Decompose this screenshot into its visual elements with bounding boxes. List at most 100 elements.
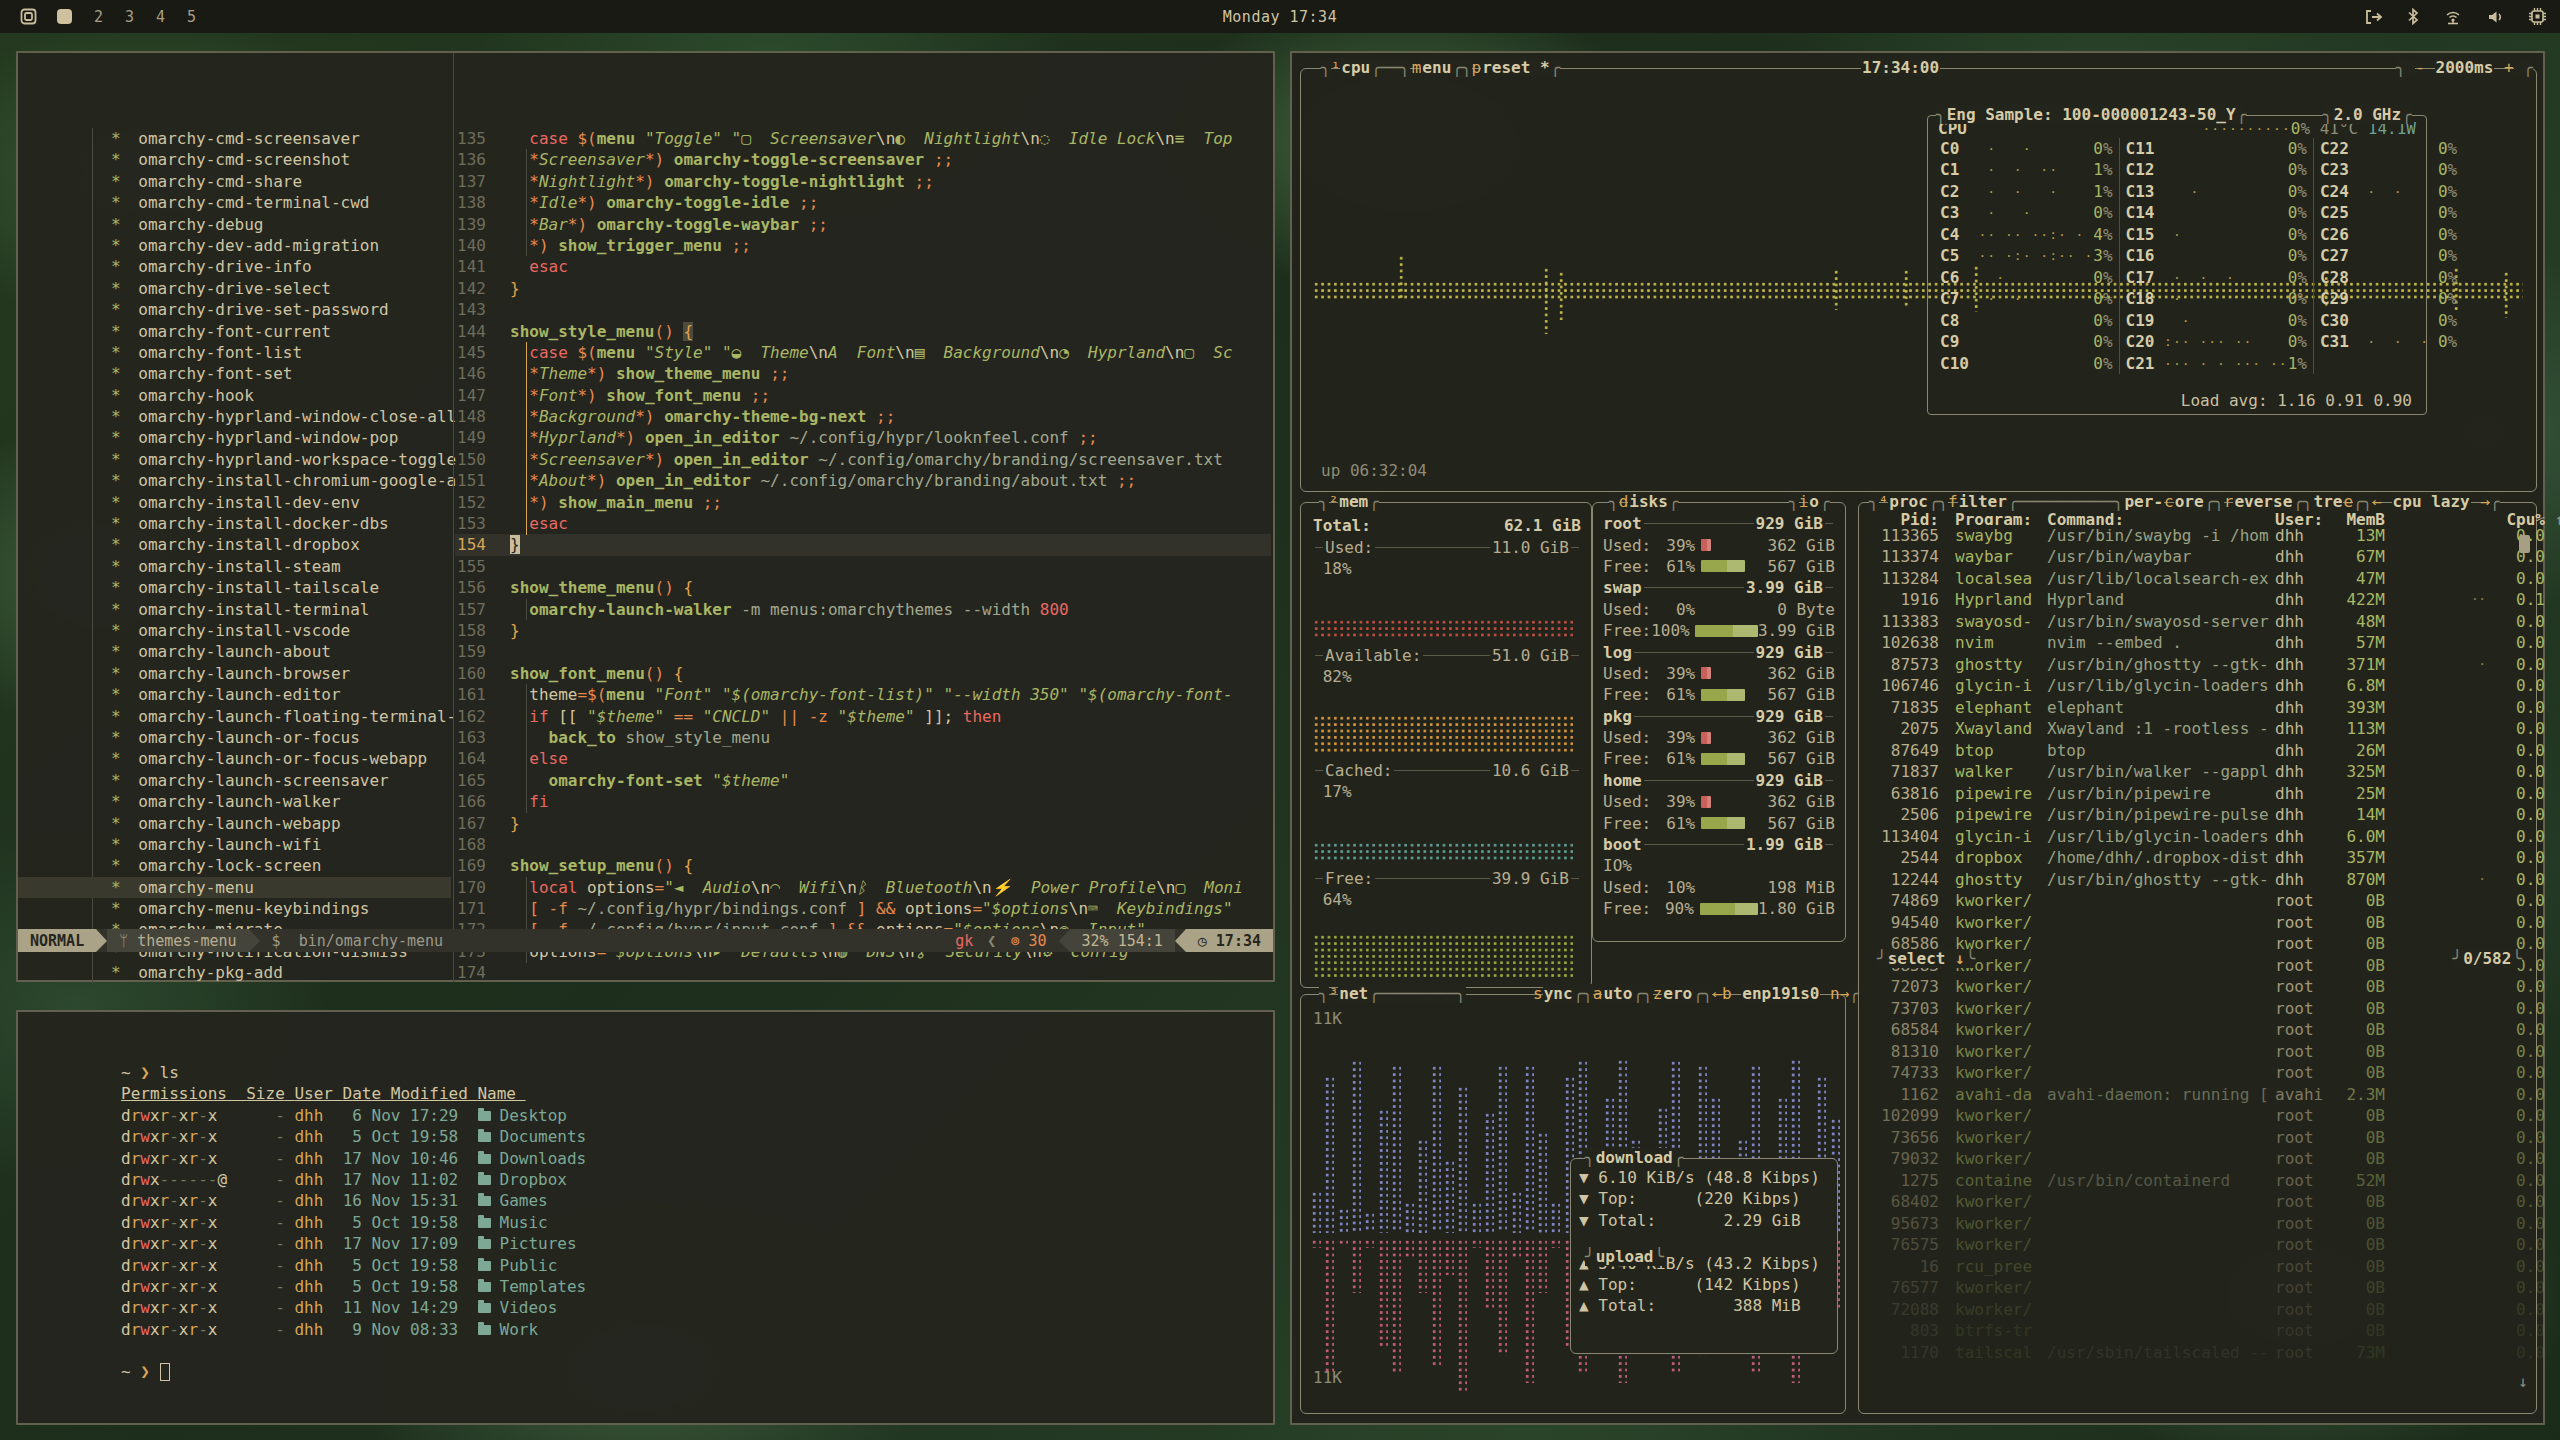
cpu-icon[interactable] <box>2529 8 2546 25</box>
code-line: 158} <box>455 620 1271 641</box>
file-list-item[interactable]: * omarchy-launch-floating-terminal- <box>18 706 451 727</box>
code-line: 159 <box>455 641 1271 662</box>
status-flag: gk <box>943 929 985 952</box>
file-list-item[interactable]: * omarchy-launch-browser <box>18 663 451 684</box>
file-list-item[interactable]: * omarchy-install-vscode <box>18 620 451 641</box>
file-list-item[interactable]: * omarchy-dev-add-migration <box>18 235 451 256</box>
volume-icon[interactable] <box>2487 9 2505 25</box>
file-list-item[interactable]: * omarchy-cmd-share <box>18 171 451 192</box>
code-line: 145 case $(menu "Style" "◒ Theme\nA Font… <box>455 342 1271 363</box>
file-list-item[interactable]: * omarchy-hyprland-window-pop <box>18 427 451 448</box>
file-list-item[interactable]: * omarchy-install-dropbox <box>18 534 451 555</box>
auto-button[interactable]: uto <box>1602 984 1633 1003</box>
ls-row: drwxr-xr-x - dhh 17 Nov 17:09 Pictures <box>121 1233 1273 1254</box>
file-list-item[interactable]: * omarchy-launch-screensaver <box>18 770 451 791</box>
bluetooth-icon[interactable] <box>2407 8 2419 25</box>
folder-icon <box>478 1282 491 1292</box>
code-line: 171 [ -f ~/.config/hypr/bindings.conf ] … <box>455 898 1271 919</box>
exit-icon[interactable] <box>2365 9 2383 25</box>
reverse-button[interactable]: everse <box>2233 492 2293 511</box>
editor-window: * omarchy-cmd-screensaver* omarchy-cmd-s… <box>16 51 1275 982</box>
statusline: NORMAL ᛘ themes-menu $ bin/omarchy-menu … <box>18 929 1273 952</box>
core-row: C30 0% <box>2320 310 2457 332</box>
code-line: 169show_setup_menu() { <box>455 855 1271 876</box>
folder-icon <box>478 1196 491 1206</box>
mem-box-title: mem <box>1338 492 1369 511</box>
ls-row: drwxr-xr-x - dhh 16 Nov 15:31 Games <box>121 1190 1273 1211</box>
file-list-item[interactable]: * omarchy-install-terminal <box>18 599 451 620</box>
core-row: C17 · · · 0% <box>2126 267 2307 289</box>
code-line: 147 *Font*) show_font_menu ;; <box>455 385 1271 406</box>
file-list-item[interactable]: * omarchy-cmd-screenshot <box>18 149 451 170</box>
code-line: 167} <box>455 813 1271 834</box>
pane-separator <box>453 53 454 982</box>
file-list-item[interactable]: * omarchy-launch-walker <box>18 791 451 812</box>
menu-button[interactable]: enu <box>1421 58 1452 77</box>
folder-icon <box>478 1239 491 1249</box>
file-list-item[interactable]: * omarchy-debug <box>18 214 451 235</box>
preset-button[interactable]: reset * <box>1481 58 1550 77</box>
file-list-item[interactable]: * omarchy-install-tailscale <box>18 577 451 598</box>
file-list-item[interactable]: * omarchy-launch-editor <box>18 684 451 705</box>
core-row: C10 0% <box>1940 353 2113 375</box>
ls-row: drwxr-xr-x - dhh 5 Oct 19:58 Music <box>121 1212 1273 1233</box>
sync-button[interactable]: ync <box>1543 984 1574 1003</box>
file-list-item[interactable]: * omarchy-launch-or-focus-webapp <box>18 748 451 769</box>
code-line: 148 *Background*) omarchy-theme-bg-next … <box>455 406 1271 427</box>
disks-box-title: isks <box>1628 492 1669 511</box>
mode-indicator: NORMAL <box>18 929 96 952</box>
code-line: 154} <box>455 534 1271 555</box>
core-row: C26 0% <box>2320 224 2457 246</box>
file-list-item[interactable]: * omarchy-hyprland-window-close-all <box>18 406 451 427</box>
file-list-item[interactable]: * omarchy-cmd-terminal-cwd <box>18 192 451 213</box>
core-row: C12 0% <box>2126 159 2307 181</box>
folder-icon <box>478 1218 491 1228</box>
ls-row: drwxr-xr-x - dhh 11 Nov 14:29 Videos <box>121 1297 1273 1318</box>
file-list-item[interactable]: * omarchy-lock-screen <box>18 855 451 876</box>
core-row: C2 · · · 1% <box>1940 181 2113 203</box>
code-line: 161 theme=$(menu "Font" "$(omarchy-font-… <box>455 684 1271 705</box>
code-line: 160show_font_menu() { <box>455 663 1271 684</box>
zero-button[interactable]: ero <box>1662 984 1693 1003</box>
wifi-icon[interactable] <box>2443 9 2463 25</box>
file-list-item[interactable]: * omarchy-launch-about <box>18 641 451 662</box>
cpu-model: Eng Sample: 100-000001243-50_Y <box>1946 105 2237 124</box>
status-time: ◷ 17:34 <box>1186 929 1273 952</box>
file-list-item[interactable]: * omarchy-launch-wifi <box>18 834 451 855</box>
file-list-item[interactable]: * omarchy-drive-select <box>18 278 451 299</box>
file-list-item[interactable]: * omarchy-cmd-screensaver <box>18 128 451 149</box>
file-list-item[interactable]: * omarchy-install-steam <box>18 556 451 577</box>
file-list-item[interactable]: * omarchy-menu-keybindings <box>18 898 451 919</box>
io-mode-button[interactable]: o <box>1808 492 1820 511</box>
file-list-item[interactable]: * omarchy-font-set <box>18 363 451 384</box>
ls-row: drwxr-xr-x - dhh 17 Nov 10:46 Downloads <box>121 1148 1273 1169</box>
file-list-item[interactable]: * omarchy-hook <box>18 385 451 406</box>
file-list-item[interactable]: * omarchy-drive-set-password <box>18 299 451 320</box>
file-list-item[interactable]: * omarchy-install-dev-env <box>18 492 451 513</box>
tree-button[interactable]: tre <box>2313 492 2344 511</box>
code-line: 137 *Nightlight*) omarchy-toggle-nightli… <box>455 171 1271 192</box>
code-line: 139 *Bar*) omarchy-toggle-waybar ;; <box>455 214 1271 235</box>
folder-icon <box>478 1261 491 1271</box>
code-line: 152 *) show_main_menu ;; <box>455 492 1271 513</box>
code-line: 168 <box>455 834 1271 855</box>
file-list-item[interactable]: * omarchy-launch-or-focus <box>18 727 451 748</box>
file-list-item[interactable]: * omarchy-install-docker-dbs <box>18 513 451 534</box>
file-list-item[interactable]: * omarchy-font-current <box>18 321 451 342</box>
file-list-item[interactable]: * omarchy-install-chromium-google-a <box>18 470 451 491</box>
ls-row: drwxr-xr-x - dhh 5 Oct 19:58 Documents <box>121 1126 1273 1147</box>
file-list-item[interactable]: * omarchy-menu <box>18 877 451 898</box>
per-core-button[interactable]: ore <box>2174 492 2205 511</box>
core-row: C15 · 0% <box>2126 224 2307 246</box>
code-line: 135 case $(menu "Toggle" "▢ Screensaver\… <box>455 128 1271 149</box>
file-list-item[interactable]: * omarchy-pkg-add <box>18 962 451 983</box>
file-list-item[interactable]: * omarchy-font-list <box>18 342 451 363</box>
file-list-item[interactable]: * omarchy-drive-info <box>18 256 451 277</box>
core-row: C1 · · ··1% <box>1940 159 2113 181</box>
core-row: C31 · · · 0% <box>2320 331 2457 353</box>
file-list-item[interactable]: * omarchy-launch-webapp <box>18 813 451 834</box>
file-list-item[interactable]: * omarchy-hyprland-workspace-toggle <box>18 449 451 470</box>
status-rec: ⊚ 30 <box>998 929 1058 952</box>
core-row: C19 · 0% <box>2126 310 2307 332</box>
code-line: 142} <box>455 278 1271 299</box>
